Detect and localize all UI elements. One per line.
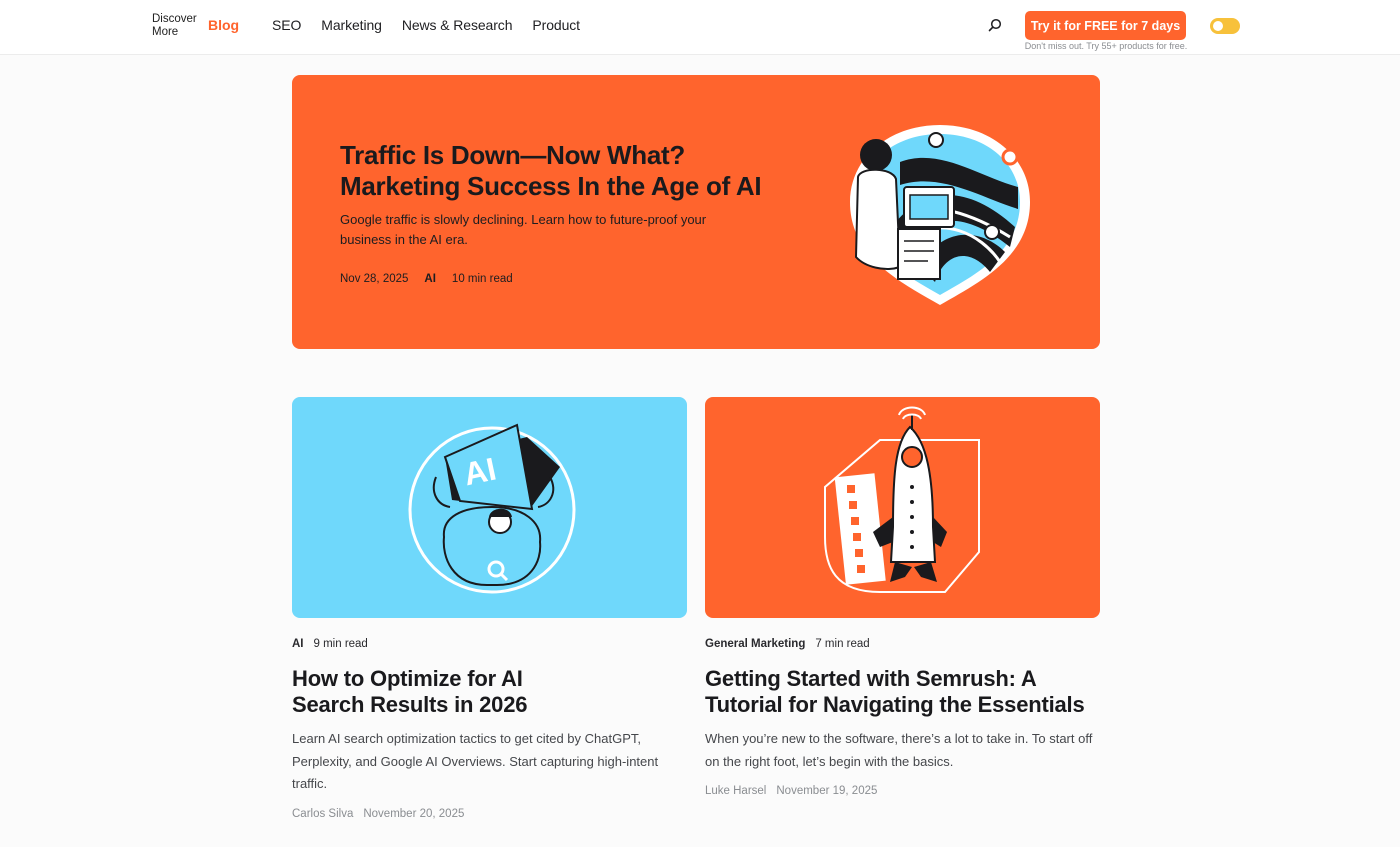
nav-item-product[interactable]: Product [532, 17, 580, 33]
article-card-author[interactable]: Carlos Silva [292, 808, 353, 820]
article-card[interactable]: General Marketing 7 min read Getting Sta… [705, 397, 1100, 797]
article-card[interactable]: AI AI 9 min read How to Optimize for AI … [292, 397, 687, 820]
featured-category[interactable]: AI [424, 273, 436, 285]
featured-date: Nov 28, 2025 [340, 273, 409, 285]
article-card-read-time: 9 min read [313, 638, 368, 650]
logo-discover-more: Discover More [152, 13, 197, 38]
person-holding-ai-box-icon: AI [408, 423, 576, 594]
article-card-category[interactable]: General Marketing [705, 638, 805, 652]
featured-title[interactable]: Traffic Is Down—Now What? Marketing Succ… [340, 140, 790, 202]
nav-item-news-research[interactable]: News & Research [402, 17, 513, 33]
article-card-image[interactable]: AI [292, 397, 687, 618]
free-trial-note: Don't miss out. Try 55+ products for fre… [1024, 41, 1188, 51]
logo-blog-label: Blog [208, 17, 240, 33]
article-card-meta: General Marketing 7 min read [705, 638, 1100, 652]
rocket-checklist-icon [824, 406, 980, 593]
article-card-date: November 20, 2025 [363, 807, 465, 820]
article-card-title[interactable]: How to Optimize for AI Search Results in… [292, 666, 572, 718]
featured-article[interactable]: Traffic Is Down—Now What? Marketing Succ… [292, 75, 1100, 349]
search-icon[interactable] [988, 18, 1002, 32]
article-card-author[interactable]: Luke Harsel [705, 785, 766, 797]
blog-logo[interactable]: Discover More Blog [152, 13, 239, 39]
featured-meta: Nov 28, 2025 AI 10 min read [340, 273, 513, 285]
article-card-byline: Luke Harsel November 19, 2025 [705, 785, 1100, 797]
site-header: Discover More Blog SEO Marketing News & … [0, 0, 1400, 54]
article-card-title[interactable]: Getting Started with Semrush: A Tutorial… [705, 666, 1100, 718]
article-card-image[interactable] [705, 397, 1100, 618]
article-card-date: November 19, 2025 [776, 785, 878, 797]
free-trial-button[interactable]: Try it for FREE for 7 days [1025, 11, 1186, 40]
article-card-meta: AI 9 min read [292, 638, 687, 652]
article-card-description: When you’re new to the software, there’s… [705, 731, 1093, 769]
article-card-description: Learn AI search optimization tactics to … [292, 731, 659, 791]
article-card-category[interactable]: AI [292, 638, 304, 652]
article-card-read-time: 7 min read [815, 638, 870, 650]
nav-item-marketing[interactable]: Marketing [321, 17, 382, 33]
marketer-map-pins-icon [850, 125, 1030, 305]
featured-description: Google traffic is slowly declining. Lear… [340, 212, 707, 247]
main-nav: SEO Marketing News & Research Product [272, 17, 580, 33]
article-card-byline: Carlos Silva November 20, 2025 [292, 808, 687, 820]
nav-item-seo[interactable]: SEO [272, 17, 301, 33]
theme-toggle[interactable] [1210, 18, 1240, 34]
featured-read-time: 10 min read [451, 273, 513, 285]
